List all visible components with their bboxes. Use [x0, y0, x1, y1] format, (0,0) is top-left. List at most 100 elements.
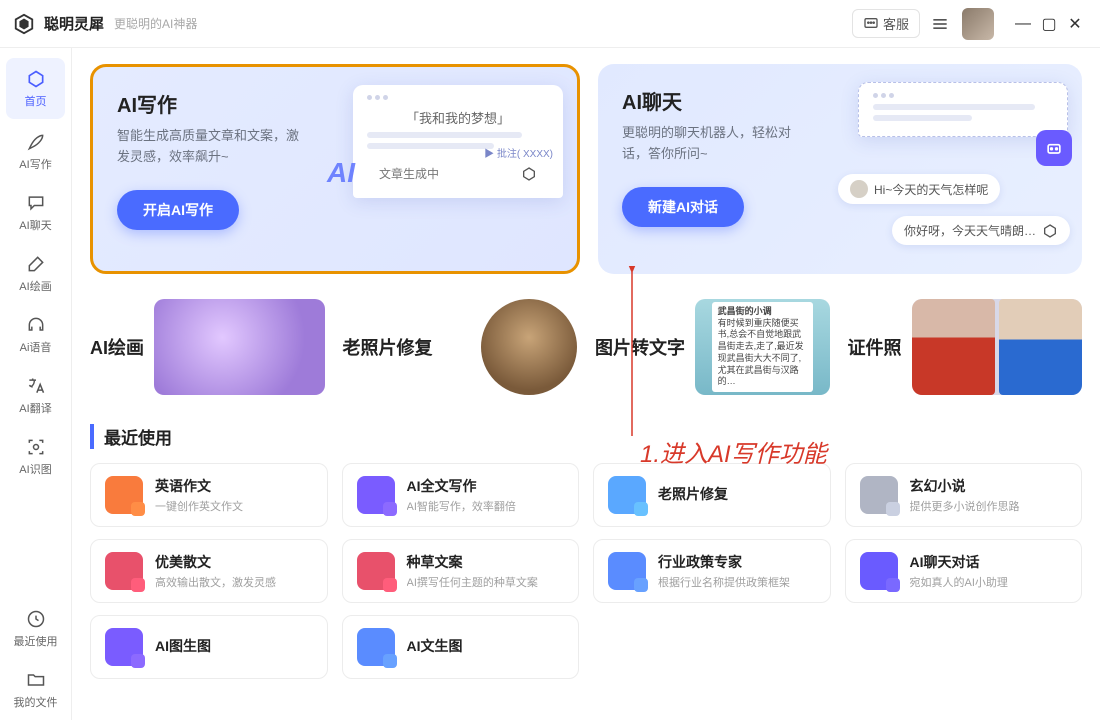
recent-card-desc: 根据行业名称提供政策框架: [658, 574, 816, 590]
chat-icon: [25, 192, 47, 214]
sidebar-item-translate[interactable]: AI翻译: [0, 365, 71, 426]
recent-card-9[interactable]: AI文生图: [342, 615, 580, 679]
close-button[interactable]: ✕: [1062, 14, 1088, 34]
recent-card-icon: [105, 628, 143, 666]
feather-icon: [25, 131, 47, 153]
feature-card-photo-restore[interactable]: 老照片修复: [343, 292, 578, 402]
recent-card-icon: [357, 628, 395, 666]
recent-card-7[interactable]: AI聊天对话 宛如真人的AI小助理: [845, 539, 1083, 603]
brush-icon: [25, 253, 47, 275]
minimize-button[interactable]: —: [1010, 15, 1036, 33]
ocr-sample-body: 有时候到重庆随便买书,总会不自觉地跟武昌街走去,走了,最近发现武昌街大大不同了,…: [718, 318, 804, 386]
recent-card-desc: AI智能写作，效率翻倍: [407, 498, 565, 514]
support-label: 客服: [883, 14, 909, 33]
recent-card-title: 优美散文: [155, 552, 313, 572]
recent-card-icon: [608, 476, 646, 514]
folder-icon: [25, 669, 47, 691]
recent-card-0[interactable]: 英语作文 一键创作英文作文: [90, 463, 328, 527]
section-recent-title: 最近使用: [90, 424, 1082, 449]
recent-card-title: AI图生图: [155, 636, 313, 656]
chat-bubble-icon: [863, 16, 879, 32]
mini-avatar-icon: [850, 180, 868, 198]
feature-card-id-photo[interactable]: 证件照: [848, 292, 1083, 402]
recent-card-title: AI聊天对话: [910, 552, 1068, 572]
sidebar-item-label: AI翻译: [19, 400, 51, 416]
main-content: AI写作 智能生成高质量文章和文案，激发灵感，效率飙升~ 开启AI写作 「我和我…: [72, 48, 1100, 720]
sidebar-item-chat[interactable]: AI聊天: [0, 182, 71, 243]
sidebar-item-write[interactable]: AI写作: [0, 121, 71, 182]
sidebar-item-label: AI写作: [19, 156, 51, 172]
robot-icon: [1036, 130, 1072, 166]
recent-card-icon: [608, 552, 646, 590]
feature-card-ocr[interactable]: 图片转文字 武昌街的小调有时候到重庆随便买书,总会不自觉地跟武昌街走去,走了,最…: [595, 292, 830, 402]
app-name: 聪明灵犀: [44, 13, 104, 34]
hero-write-visual: 「我和我的梦想」 ▶ 批注( XXXX) 文章生成中 AI: [353, 85, 563, 255]
recent-card-icon: [357, 552, 395, 590]
user-avatar[interactable]: [962, 8, 994, 40]
hero-write-desc: 智能生成高质量文章和文案，激发灵感，效率飙升~: [117, 126, 307, 168]
feature-thumb-text: 武昌街的小调有时候到重庆随便买书,总会不自觉地跟武昌街走去,走了,最近发现武昌街…: [695, 299, 830, 395]
feature-title: AI绘画: [90, 334, 144, 360]
chat-bubble-user: Hi~今天的天气怎样呢: [874, 181, 988, 198]
feature-title: 老照片修复: [343, 334, 433, 360]
hex-icon: [521, 166, 537, 182]
ocr-sample-title: 武昌街的小调: [718, 306, 772, 316]
sidebar-item-label: AI识图: [19, 461, 51, 477]
mock-doc-title: 「我和我的梦想」: [367, 108, 549, 127]
recent-card-4[interactable]: 优美散文 高效输出散文，激发灵感: [90, 539, 328, 603]
recent-card-title: 英语作文: [155, 476, 313, 496]
recent-card-desc: 宛如真人的AI小助理: [910, 574, 1068, 590]
support-button[interactable]: 客服: [852, 9, 920, 38]
recent-card-2[interactable]: 老照片修复: [593, 463, 831, 527]
sidebar-item-home[interactable]: 首页: [6, 58, 65, 119]
clock-icon: [25, 608, 47, 630]
mock-status-text: 文章生成中: [379, 165, 439, 182]
hero-card-chat[interactable]: AI聊天 更聪明的聊天机器人，轻松对话，答你所问~ 新建AI对话 Hi~今天的天…: [598, 64, 1082, 274]
headphone-icon: [25, 314, 47, 336]
recent-card-1[interactable]: AI全文写作 AI智能写作，效率翻倍: [342, 463, 580, 527]
recent-card-title: 玄幻小说: [910, 476, 1068, 496]
hero-chat-desc: 更聪明的聊天机器人，轻松对话，答你所问~: [622, 123, 812, 165]
sidebar-item-ocr[interactable]: AI识图: [0, 426, 71, 487]
hero-chat-visual: Hi~今天的天气怎样呢 你好呀，今天天气晴朗…: [858, 82, 1068, 252]
ai-badge-text: AI: [327, 157, 355, 189]
feature-thumb-photo: [481, 299, 577, 395]
feature-thumb-paint: [154, 299, 325, 395]
sidebar-item-label: 最近使用: [14, 633, 58, 649]
home-hex-icon: [25, 68, 47, 90]
recent-card-desc: 一键创作英文作文: [155, 498, 313, 514]
recent-card-icon: [105, 552, 143, 590]
recent-card-icon: [357, 476, 395, 514]
recent-card-icon: [105, 476, 143, 514]
recent-card-6[interactable]: 行业政策专家 根据行业名称提供政策框架: [593, 539, 831, 603]
sidebar-item-paint[interactable]: AI绘画: [0, 243, 71, 304]
feature-card-paint[interactable]: AI绘画: [90, 292, 325, 402]
app-logo-icon: [12, 12, 36, 36]
recent-card-8[interactable]: AI图生图: [90, 615, 328, 679]
recent-card-title: 种草文案: [407, 552, 565, 572]
sidebar: 首页 AI写作 AI聊天 AI绘画 Ai语音 AI翻译 AI识图 最: [0, 48, 72, 720]
recent-card-5[interactable]: 种草文案 AI撰写任何主题的种草文案: [342, 539, 580, 603]
scan-icon: [25, 436, 47, 458]
feature-title: 图片转文字: [595, 334, 685, 360]
recent-card-title: 老照片修复: [658, 484, 816, 504]
hex-icon: [1042, 223, 1058, 239]
sidebar-item-recent[interactable]: 最近使用: [0, 598, 71, 659]
feature-title: 证件照: [848, 334, 902, 360]
app-tagline: 更聪明的AI神器: [114, 15, 197, 32]
sidebar-item-label: 我的文件: [14, 694, 58, 710]
mock-note-label: ▶ 批注( XXXX): [484, 145, 553, 160]
sidebar-item-label: 首页: [25, 93, 47, 109]
new-ai-chat-button[interactable]: 新建AI对话: [622, 187, 744, 227]
feature-thumb-id: [912, 299, 1083, 395]
recent-card-3[interactable]: 玄幻小说 提供更多小说创作思路: [845, 463, 1083, 527]
hamburger-menu-icon[interactable]: [930, 14, 950, 34]
start-ai-write-button[interactable]: 开启AI写作: [117, 190, 239, 230]
recent-card-desc: 提供更多小说创作思路: [910, 498, 1068, 514]
sidebar-item-files[interactable]: 我的文件: [0, 659, 71, 720]
sidebar-item-voice[interactable]: Ai语音: [0, 304, 71, 365]
hero-card-write[interactable]: AI写作 智能生成高质量文章和文案，激发灵感，效率飙升~ 开启AI写作 「我和我…: [90, 64, 580, 274]
maximize-button[interactable]: ▢: [1036, 14, 1062, 34]
recent-card-title: AI全文写作: [407, 476, 565, 496]
sidebar-item-label: AI聊天: [19, 217, 51, 233]
